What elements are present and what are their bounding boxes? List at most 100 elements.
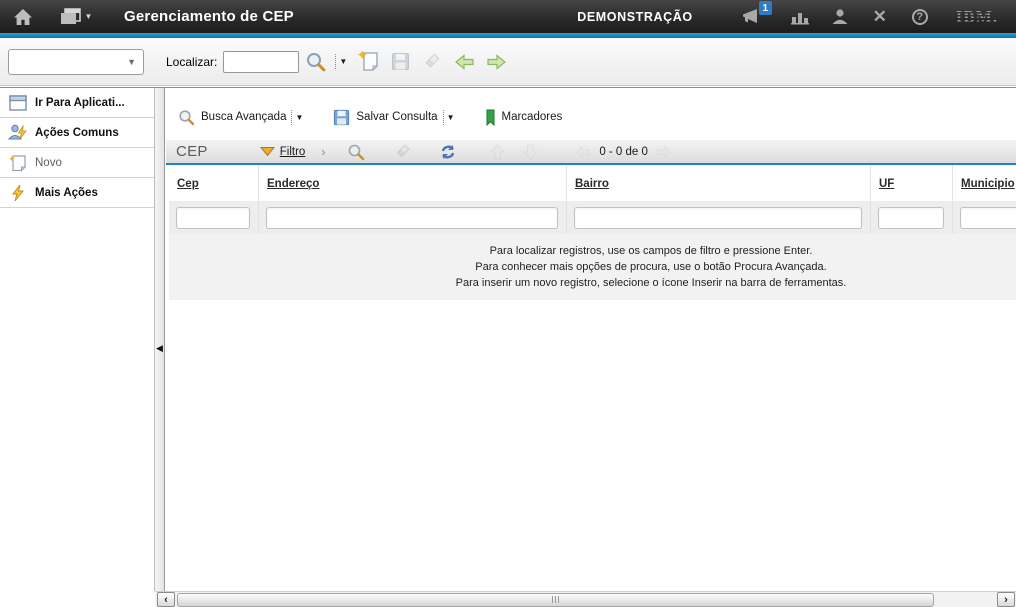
help-button[interactable]: ? xyxy=(907,0,933,33)
announcements-button[interactable]: 1 xyxy=(740,0,766,33)
horizontal-scrollbar[interactable]: ‹ › xyxy=(155,591,1016,607)
search-icon xyxy=(305,51,327,73)
filter-funnel-icon xyxy=(260,146,275,157)
advanced-search-button[interactable]: Busca Avançada ▼ xyxy=(178,109,303,126)
search-icon xyxy=(178,109,195,126)
column-header-bairro[interactable]: Bairro xyxy=(567,165,871,201)
sidebar-item-new[interactable]: ✦ Novo xyxy=(0,148,154,178)
new-document-icon: ✦ xyxy=(8,154,28,172)
sidebar-item-label: Mais Ações xyxy=(35,187,98,199)
sidebar-item-go-to-application[interactable]: Ir Para Aplicati... xyxy=(0,88,154,118)
move-up-button[interactable] xyxy=(489,144,506,160)
help-line: Para localizar registros, use os campos … xyxy=(169,243,1016,259)
save-record-button[interactable] xyxy=(391,52,410,71)
column-header-cep[interactable]: Cep xyxy=(169,165,259,201)
filter-input-municipio[interactable] xyxy=(960,207,1016,229)
column-header-municipio[interactable]: Municipio xyxy=(953,165,1016,201)
search-icon xyxy=(347,143,365,161)
applications-menu-button[interactable]: ▼ xyxy=(54,0,98,33)
reports-button[interactable] xyxy=(787,0,813,33)
bookmarks-button[interactable]: Marcadores xyxy=(485,109,563,126)
scroll-right-button[interactable]: › xyxy=(997,592,1015,607)
previous-page-button[interactable] xyxy=(575,145,591,159)
user-icon xyxy=(831,8,849,25)
clear-changes-button[interactable] xyxy=(421,52,441,72)
close-session-button[interactable]: ✕ xyxy=(867,0,893,33)
user-actions-icon xyxy=(8,124,28,141)
find-label: Localizar: xyxy=(166,55,217,69)
record-range-label: 0 - 0 de 0 xyxy=(599,146,648,158)
filter-input-cep[interactable] xyxy=(176,207,250,229)
table-toolbar: CEP Filtro › xyxy=(166,140,1016,165)
main-content: Busca Avançada ▼ Salvar Consulta ▼ Marca… xyxy=(166,88,1016,591)
table-title: CEP xyxy=(176,143,208,160)
chevron-down-icon[interactable]: ▼ xyxy=(447,113,455,122)
bookmarks-label: Marcadores xyxy=(502,111,563,123)
divider xyxy=(335,54,336,69)
help-line: Para conhecer mais opções de procura, us… xyxy=(169,259,1016,275)
refresh-button[interactable] xyxy=(439,144,457,160)
arrow-right-icon xyxy=(486,53,507,71)
arrow-up-icon xyxy=(489,144,506,160)
goto-combobox[interactable]: ▼ xyxy=(8,49,144,75)
table-search-button[interactable] xyxy=(347,143,365,161)
previous-record-button[interactable] xyxy=(454,53,475,71)
chevron-down-icon[interactable]: ▼ xyxy=(295,113,303,122)
refresh-icon xyxy=(439,144,457,160)
sidebar-splitter[interactable]: ◀ xyxy=(154,88,165,591)
next-page-button[interactable] xyxy=(656,145,672,159)
filter-label: Filtro xyxy=(280,146,306,158)
move-down-button[interactable] xyxy=(522,144,539,160)
save-icon xyxy=(391,52,410,71)
chevron-down-icon: ▼ xyxy=(85,12,93,21)
sidebar-item-more-actions[interactable]: Mais Ações xyxy=(0,178,154,208)
arrow-left-icon xyxy=(575,145,591,159)
find-input[interactable] xyxy=(223,51,299,73)
scroll-left-button[interactable]: ‹ xyxy=(157,592,175,607)
column-header-uf[interactable]: UF xyxy=(871,165,953,201)
app-header: ▼ Gerenciamento de CEP DEMONSTRAÇÃO 1 xyxy=(0,0,1016,33)
svg-text:✦: ✦ xyxy=(8,154,16,164)
applications-icon xyxy=(60,8,82,25)
filter-input-uf[interactable] xyxy=(878,207,944,229)
eraser-icon xyxy=(421,52,441,72)
eraser-icon xyxy=(393,143,411,161)
next-record-button[interactable] xyxy=(486,53,507,71)
sidebar-item-label: Novo xyxy=(35,157,62,169)
find-search-button[interactable] xyxy=(305,51,327,73)
profile-button[interactable] xyxy=(827,0,853,33)
filter-input-row xyxy=(169,201,1016,234)
quick-toolbar: ▼ Localizar: ▼ ✦ xyxy=(0,38,1016,86)
table-header-row: Cep Endereço Bairro UF Municipio xyxy=(169,165,1016,201)
chevron-right-icon[interactable]: › xyxy=(321,145,325,159)
filter-input-endereco[interactable] xyxy=(266,207,558,229)
clear-filter-button[interactable] xyxy=(393,143,411,161)
window-icon xyxy=(8,95,28,111)
scrollbar-thumb[interactable] xyxy=(177,593,934,607)
grip-icon xyxy=(558,596,559,603)
actions-toolbar: Busca Avançada ▼ Salvar Consulta ▼ Marca… xyxy=(178,105,592,129)
collapse-sidebar-handle[interactable]: ◀ xyxy=(155,340,164,356)
search-options-caret[interactable]: ▼ xyxy=(339,57,347,66)
save-icon xyxy=(333,109,350,126)
help-icon: ? xyxy=(912,9,928,25)
notification-badge: 1 xyxy=(759,1,772,15)
column-header-endereco[interactable]: Endereço xyxy=(259,165,567,201)
sidebar-item-common-actions[interactable]: Ações Comuns xyxy=(0,118,154,148)
save-query-button[interactable]: Salvar Consulta ▼ xyxy=(333,109,454,126)
bookmark-icon xyxy=(485,109,496,126)
page-title: Gerenciamento de CEP xyxy=(124,8,294,25)
arrow-left-icon xyxy=(454,53,475,71)
sidebar-item-label: Ir Para Aplicati... xyxy=(35,97,125,109)
empty-table-help: Para localizar registros, use os campos … xyxy=(169,234,1016,300)
filter-input-bairro[interactable] xyxy=(574,207,862,229)
close-icon: ✕ xyxy=(873,7,887,27)
new-record-button[interactable]: ✦ xyxy=(361,52,380,71)
sidebar-item-label: Ações Comuns xyxy=(35,127,119,139)
advanced-search-label: Busca Avançada xyxy=(201,111,286,123)
arrow-right-icon xyxy=(656,145,672,159)
grip-icon xyxy=(555,596,556,603)
lightning-icon xyxy=(8,184,28,202)
filter-toggle[interactable]: Filtro xyxy=(260,146,306,158)
home-button[interactable] xyxy=(6,0,40,33)
